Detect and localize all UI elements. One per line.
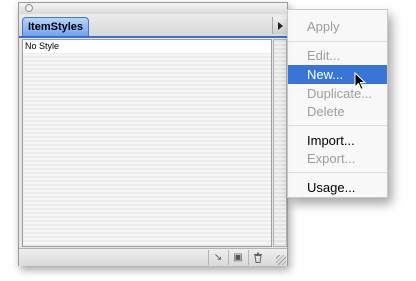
menu-item-new[interactable]: New... — [288, 65, 387, 84]
palette-titlebar[interactable] — [19, 3, 287, 14]
trash-icon[interactable] — [248, 250, 267, 265]
menu-item-import[interactable]: Import... — [288, 131, 387, 150]
menu-item-usage[interactable]: Usage... — [288, 178, 387, 197]
mouse-pointer-icon — [354, 72, 367, 91]
resize-handle[interactable] — [276, 255, 286, 265]
palette-tabbar: ItemStyles — [19, 14, 287, 38]
palette-bottom-bar: ↘ ▣ — [19, 248, 287, 266]
list-item[interactable]: No Style — [23, 40, 271, 53]
menu-separator — [288, 41, 387, 42]
redefine-style-icon[interactable]: ↘ — [208, 250, 227, 265]
menu-item-duplicate: Duplicate... — [307, 86, 373, 101]
menu-separator — [288, 172, 387, 173]
close-icon[interactable] — [25, 4, 33, 12]
menu-separator — [288, 125, 387, 126]
menu-item-edit: Edit... — [307, 48, 341, 63]
vertical-scrollbar[interactable] — [273, 39, 287, 247]
palette-flyout-menu: Apply Edit... New... Duplicate... Delete… — [287, 9, 388, 198]
menu-item-apply: Apply — [307, 19, 340, 34]
palette-menu-arrow-icon[interactable] — [272, 17, 287, 34]
styles-list[interactable]: No Style — [22, 39, 272, 247]
new-style-icon[interactable]: ▣ — [228, 250, 247, 265]
menu-item-delete: Delete — [307, 104, 345, 119]
item-styles-palette: ItemStyles No Style ↘ ▣ — [18, 2, 288, 266]
menu-item-export: Export... — [307, 151, 356, 166]
tab-itemstyles[interactable]: ItemStyles — [22, 17, 90, 36]
